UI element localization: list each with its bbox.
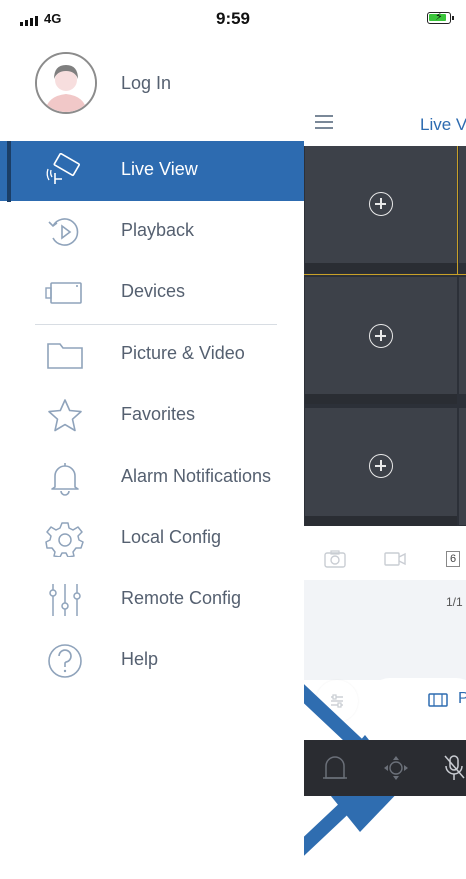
video-cell-1[interactable] [305, 146, 457, 263]
menu-item-label: Alarm Notifications [121, 466, 272, 486]
help-icon [48, 644, 82, 678]
mute-mic-icon[interactable] [444, 754, 466, 782]
video-cell-3[interactable] [305, 408, 457, 525]
menu-item-label: Picture & Video [121, 343, 245, 363]
status-bar: 4G 9:59 ⚡ [0, 0, 466, 38]
menu-item-label: Help [121, 649, 159, 669]
folder-icon [47, 343, 83, 369]
menu-item-label: Remote Config [121, 588, 242, 608]
ptz-icon[interactable] [382, 754, 410, 782]
video-cell-4[interactable] [459, 146, 466, 263]
bell-icon [51, 463, 79, 496]
menu-item-help[interactable]: Help [0, 631, 304, 691]
adjust-icon [331, 694, 343, 708]
add-camera-icon[interactable] [369, 324, 393, 348]
video-cell-5[interactable] [459, 277, 466, 394]
user-avatar-icon [37, 54, 95, 112]
record-icon[interactable] [384, 551, 406, 567]
selected-cell-border [457, 146, 458, 274]
menu-item-label: Local Config [121, 527, 222, 547]
device-icon [45, 282, 82, 304]
cell-strip [305, 516, 457, 526]
menu-item-label: Playback [121, 220, 195, 240]
add-camera-icon[interactable] [369, 192, 393, 216]
menu-item-picture-video[interactable]: Picture & Video [0, 325, 304, 385]
split-screen-button[interactable]: 6 [446, 551, 460, 567]
control-bar [304, 740, 466, 796]
menu-item-alarm-notifications[interactable]: Alarm Notifications [0, 448, 304, 508]
avatar[interactable] [35, 52, 97, 114]
live-toolbar [304, 538, 466, 578]
alarm-light-icon[interactable] [322, 756, 348, 780]
active-indicator [7, 141, 11, 202]
page-area [304, 580, 466, 680]
menu-item-favorites[interactable]: Favorites [0, 386, 304, 446]
menu-item-label: Live View [121, 159, 198, 179]
battery-icon: ⚡ [427, 11, 454, 24]
camera-icon [46, 153, 80, 184]
video-cell-2[interactable] [305, 277, 457, 394]
menu-item-playback[interactable]: Playback [0, 202, 304, 262]
menu-item-devices[interactable]: Devices [0, 263, 304, 323]
film-icon [428, 693, 448, 707]
status-time: 9:59 [215, 9, 251, 28]
playback-pill-button[interactable]: P [368, 678, 466, 722]
cell-strip [305, 394, 457, 404]
login-link[interactable]: Log In [121, 73, 171, 94]
menu-item-label: Favorites [121, 404, 196, 424]
cell-strip [305, 263, 457, 273]
adjust-button[interactable] [316, 680, 358, 722]
live-view-title: Live V [420, 115, 466, 134]
menu-item-live-view[interactable]: Live View [0, 141, 304, 201]
page-indicator: 1/1 [446, 595, 463, 609]
add-camera-icon[interactable] [369, 454, 393, 478]
playback-icon [48, 218, 79, 246]
sliders-icon [49, 584, 81, 616]
menu-icon[interactable] [315, 115, 333, 133]
menu-item-local-config[interactable]: Local Config [0, 509, 304, 569]
gear-icon [45, 522, 84, 557]
video-cell-6[interactable] [459, 408, 466, 525]
menu-item-label: Devices [121, 281, 186, 301]
snapshot-icon[interactable] [324, 550, 346, 568]
selected-cell-border [304, 274, 466, 275]
menu-item-remote-config[interactable]: Remote Config [0, 570, 304, 630]
star-icon [48, 399, 82, 432]
